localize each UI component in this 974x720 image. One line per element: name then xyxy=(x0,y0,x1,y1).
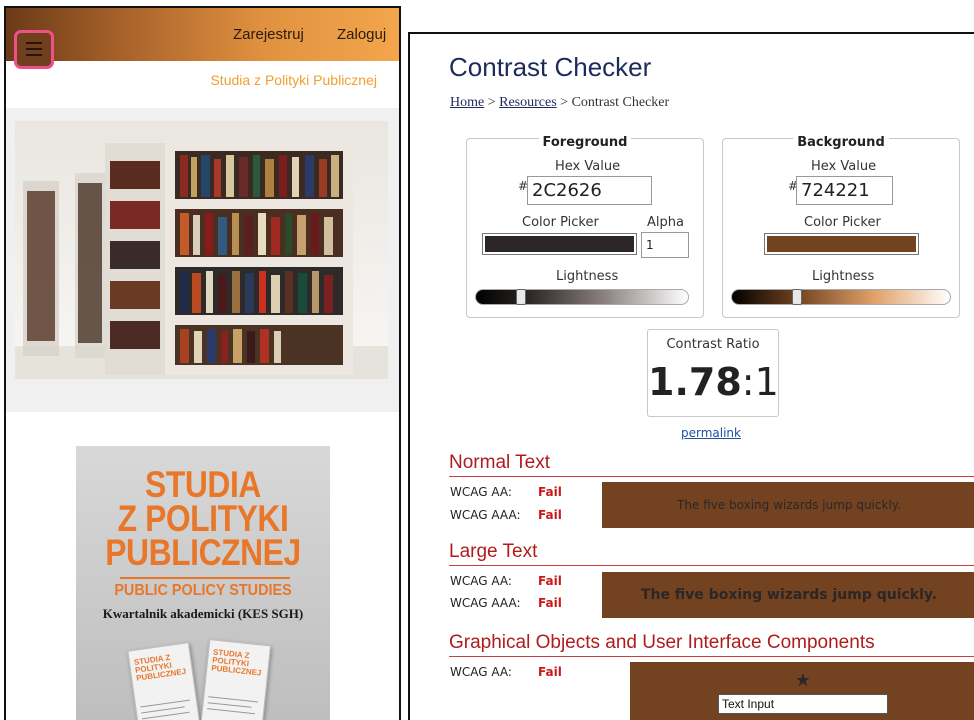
contrast-checker-panel: Contrast Checker Home > Resources > Cont… xyxy=(408,32,974,720)
cover-divider xyxy=(120,577,290,579)
normal-text-heading: Normal Text xyxy=(449,452,551,473)
star-icon: ★ xyxy=(794,670,812,691)
section-divider xyxy=(449,565,974,566)
foreground-lightness-thumb[interactable] xyxy=(516,289,526,305)
hamburger-menu-button[interactable] xyxy=(14,30,54,69)
background-color-picker-label: Color Picker xyxy=(804,215,881,230)
sample-text-input[interactable]: Text Input xyxy=(718,694,888,714)
large-text-preview: The five boxing wizards jump quickly. xyxy=(602,572,974,618)
foreground-lightness-slider[interactable] xyxy=(475,289,689,305)
contrast-ratio-number: 1.78 xyxy=(648,360,742,404)
foreground-color-swatch xyxy=(485,236,634,252)
background-color-swatch xyxy=(767,236,916,252)
breadcrumb-separator: > xyxy=(556,95,572,110)
cover-subtitle: PUBLIC POLICY STUDIES xyxy=(114,582,292,599)
breadcrumb-home-link[interactable]: Home xyxy=(450,95,484,110)
foreground-color-picker[interactable] xyxy=(482,233,637,255)
large-aaa-result: Fail xyxy=(538,596,562,610)
site-subtitle: Studia z Polityki Publicznej xyxy=(210,72,377,88)
cover-tagline: Kwartalnik akademicki (KES SGH) xyxy=(102,606,304,621)
section-divider xyxy=(449,656,974,657)
mini-cover-title: STUDIA Z POLITYKI PUBLICZNEJ xyxy=(133,652,187,683)
mobile-site-panel: Zarejestruj Zaloguj Studia z Polityki Pu… xyxy=(4,6,401,720)
mini-cover-title: STUDIA Z POLITYKI PUBLICZNEJ xyxy=(210,647,262,678)
alpha-label: Alpha xyxy=(647,215,684,230)
foreground-color-picker-label: Color Picker xyxy=(522,215,599,230)
normal-aaa-label: WCAG AAA: xyxy=(450,508,521,522)
background-lightness-label: Lightness xyxy=(812,269,875,284)
large-aa-label: WCAG AA: xyxy=(450,574,512,588)
breadcrumb-current: Contrast Checker xyxy=(571,95,670,110)
alpha-input[interactable]: 1 xyxy=(641,232,689,258)
background-hex-label: Hex Value xyxy=(811,159,877,174)
large-text-heading: Large Text xyxy=(449,541,538,562)
background-lightness-thumb[interactable] xyxy=(792,289,802,305)
menu-line xyxy=(26,48,42,50)
library-shelves-image xyxy=(15,121,388,379)
menu-line xyxy=(26,54,42,56)
graphical-aa-label: WCAG AA: xyxy=(450,665,512,679)
register-link[interactable]: Zarejestruj xyxy=(233,26,304,43)
normal-aa-result: Fail xyxy=(538,485,562,499)
contrast-ratio-suffix: :1 xyxy=(741,360,779,404)
breadcrumb-separator: > xyxy=(484,95,500,110)
cover-title-line: Z POLITYKI xyxy=(117,498,289,539)
large-aa-result: Fail xyxy=(538,574,562,588)
normal-text-preview: The five boxing wizards jump quickly. xyxy=(602,482,974,528)
mini-cover-image: STUDIA Z POLITYKI PUBLICZNEJ xyxy=(198,639,272,720)
normal-aa-label: WCAG AA: xyxy=(450,485,512,499)
contrast-ratio-value: 1.78:1 xyxy=(648,360,779,404)
foreground-legend: Foreground xyxy=(538,135,632,150)
login-link[interactable]: Zaloguj xyxy=(337,26,386,43)
foreground-lightness-label: Lightness xyxy=(556,269,619,284)
page-title: Contrast Checker xyxy=(449,52,652,82)
large-aaa-label: WCAG AAA: xyxy=(450,596,521,610)
section-divider xyxy=(449,476,974,477)
cover-title-line: PUBLICZNEJ xyxy=(105,532,301,573)
background-hex-input[interactable]: 724221 xyxy=(796,176,893,205)
contrast-ratio-box: Contrast Ratio 1.78:1 xyxy=(647,329,779,417)
background-color-picker[interactable] xyxy=(764,233,919,255)
foreground-hex-label: Hex Value xyxy=(555,159,621,174)
mini-cover-image: STUDIA Z POLITYKI PUBLICZNEJ xyxy=(127,642,203,720)
breadcrumb-resources-link[interactable]: Resources xyxy=(499,95,557,110)
cover-title-line: STUDIA xyxy=(145,464,261,505)
background-fieldset: Background Hex Value # 724221 Color Pick… xyxy=(722,135,960,318)
contrast-ratio-label: Contrast Ratio xyxy=(666,337,760,352)
graphical-objects-heading: Graphical Objects and User Interface Com… xyxy=(449,632,875,653)
background-legend: Background xyxy=(793,135,889,150)
normal-aaa-result: Fail xyxy=(538,508,562,522)
permalink[interactable]: permalink xyxy=(681,426,741,440)
foreground-hex-input[interactable]: 2C2626 xyxy=(527,176,652,205)
menu-line xyxy=(26,42,42,44)
breadcrumb: Home > Resources > Contrast Checker xyxy=(450,95,669,111)
graphical-aa-result: Fail xyxy=(538,665,562,679)
foreground-fieldset: Foreground Hex Value # 2C2626 Color Pick… xyxy=(466,135,704,318)
journal-cover: STUDIA Z POLITYKI PUBLICZNEJ PUBLIC POLI… xyxy=(76,446,330,720)
background-lightness-slider[interactable] xyxy=(731,289,951,305)
